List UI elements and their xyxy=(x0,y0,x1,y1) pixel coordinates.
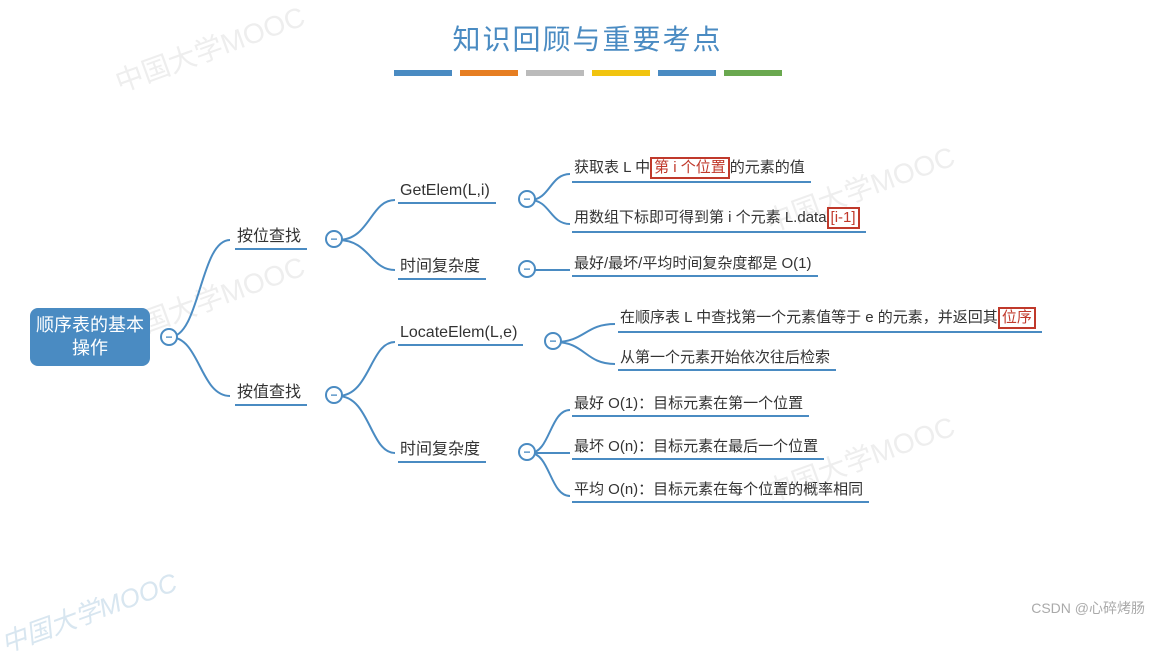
leaf-get-desc: 获取表 L 中第 i 个位置的元素的值 xyxy=(572,154,811,183)
node-locateelem[interactable]: LocateElem(L,e) xyxy=(398,322,523,346)
leaf-time-o1: 最好/最坏/平均时间复杂度都是 O(1) xyxy=(572,250,818,277)
toggle-icon[interactable]: − xyxy=(325,230,343,248)
node-by-value[interactable]: 按值查找 xyxy=(235,376,307,406)
node-time-val[interactable]: 时间复杂度 xyxy=(398,433,486,463)
node-time-pos[interactable]: 时间复杂度 xyxy=(398,250,486,280)
leaf-get-array: 用数组下标即可得到第 i 个元素 L.data[i-1] xyxy=(572,204,866,233)
root-node[interactable]: 顺序表的基本操作 xyxy=(30,308,150,366)
leaf-worst: 最坏 O(n)：目标元素在最后一个位置 xyxy=(572,433,824,460)
leaf-best: 最好 O(1)：目标元素在第一个位置 xyxy=(572,390,809,417)
text: 在顺序表 L 中查找第一个元素值等于 e 的元素，并返回其 xyxy=(620,309,998,326)
leaf-locate-desc: 在顺序表 L 中查找第一个元素值等于 e 的元素，并返回其位序 xyxy=(618,304,1042,333)
csdn-watermark: CSDN @心碎烤肠 xyxy=(1031,598,1145,618)
text: 获取表 L 中 xyxy=(574,159,650,176)
toggle-icon[interactable]: − xyxy=(518,443,536,461)
toggle-icon[interactable]: − xyxy=(325,386,343,404)
node-by-position[interactable]: 按位查找 xyxy=(235,220,307,250)
toggle-icon[interactable]: − xyxy=(518,190,536,208)
node-getelem[interactable]: GetElem(L,i) xyxy=(398,180,496,204)
toggle-icon[interactable]: − xyxy=(518,260,536,278)
toggle-icon[interactable]: − xyxy=(160,328,178,346)
corner-watermark: 中国大学MOOC xyxy=(0,562,182,660)
text: 用数组下标即可得到第 i 个元素 L.data xyxy=(574,209,827,226)
mindmap-container: 顺序表的基本操作 − 按位查找 − 按值查找 − GetElem(L,i) − … xyxy=(30,148,1160,548)
text: 的元素的值 xyxy=(730,159,805,176)
leaf-avg: 平均 O(n)：目标元素在每个位置的概率相同 xyxy=(572,476,869,503)
highlight: 位序 xyxy=(998,307,1036,329)
highlight: [i-1] xyxy=(827,207,860,229)
toggle-icon[interactable]: − xyxy=(544,332,562,350)
leaf-locate-method: 从第一个元素开始依次往后检索 xyxy=(618,344,836,371)
page-title: 知识回顾与重要考点 xyxy=(0,18,1175,58)
title-underline-bars xyxy=(0,70,1175,76)
highlight: 第 i 个位置 xyxy=(650,157,730,179)
